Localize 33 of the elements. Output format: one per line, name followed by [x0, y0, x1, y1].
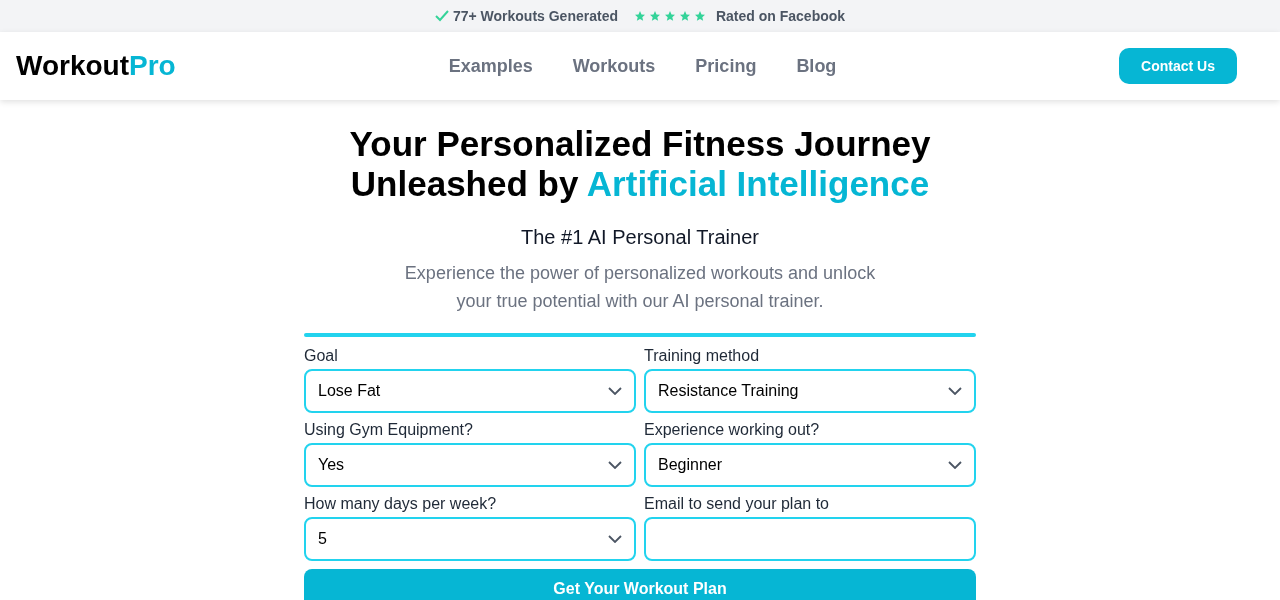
logo[interactable]: WorkoutPro [16, 50, 316, 82]
select-field[interactable]: Beginner [644, 443, 976, 487]
chevron-down-icon [948, 461, 962, 469]
hero-heading: Your Personalized Fitness Journey Unleashed by Artificial Intelligence [348, 124, 932, 204]
nav-link[interactable]: Blog [796, 55, 837, 77]
nav-link[interactable]: Pricing [695, 55, 757, 77]
chevron-down-icon [608, 461, 622, 469]
email-field[interactable] [644, 517, 976, 561]
select-field[interactable]: 5 [304, 517, 636, 561]
field-label: Goal [304, 347, 339, 365]
check-icon [434, 10, 449, 22]
field-label: Email to send your plan to [644, 495, 830, 513]
chevron-down-icon [608, 535, 622, 543]
nav-link[interactable]: Examples [448, 55, 533, 77]
hero-subtitle: The #1 AI Personal Trainer [520, 226, 760, 249]
select-field[interactable]: Lose Fat [304, 369, 636, 413]
field-label: Experience working out? [644, 421, 821, 439]
nav-link[interactable]: Workouts [572, 55, 656, 77]
star-icon [648, 10, 661, 22]
workouts-generated-text: 77+ Workouts Generated [452, 8, 618, 24]
rating-text: Rated on Facebook [715, 8, 846, 24]
hero-description: Experience the power of personalized workouts and unlock your true potential with our AI personal trainer. [403, 262, 877, 313]
field-label: Using Gym Equipment? [304, 421, 474, 439]
chevron-down-icon [608, 387, 622, 395]
field-label: Training method [644, 347, 761, 365]
chevron-down-icon [948, 387, 962, 395]
select-field[interactable]: Yes [304, 443, 636, 487]
star-icon [633, 10, 646, 22]
star-icon [663, 10, 676, 22]
star-icon [693, 10, 706, 22]
field-label: How many days per week? [304, 495, 498, 513]
star-icon [678, 10, 691, 22]
select-field[interactable]: Resistance Training [644, 369, 976, 413]
